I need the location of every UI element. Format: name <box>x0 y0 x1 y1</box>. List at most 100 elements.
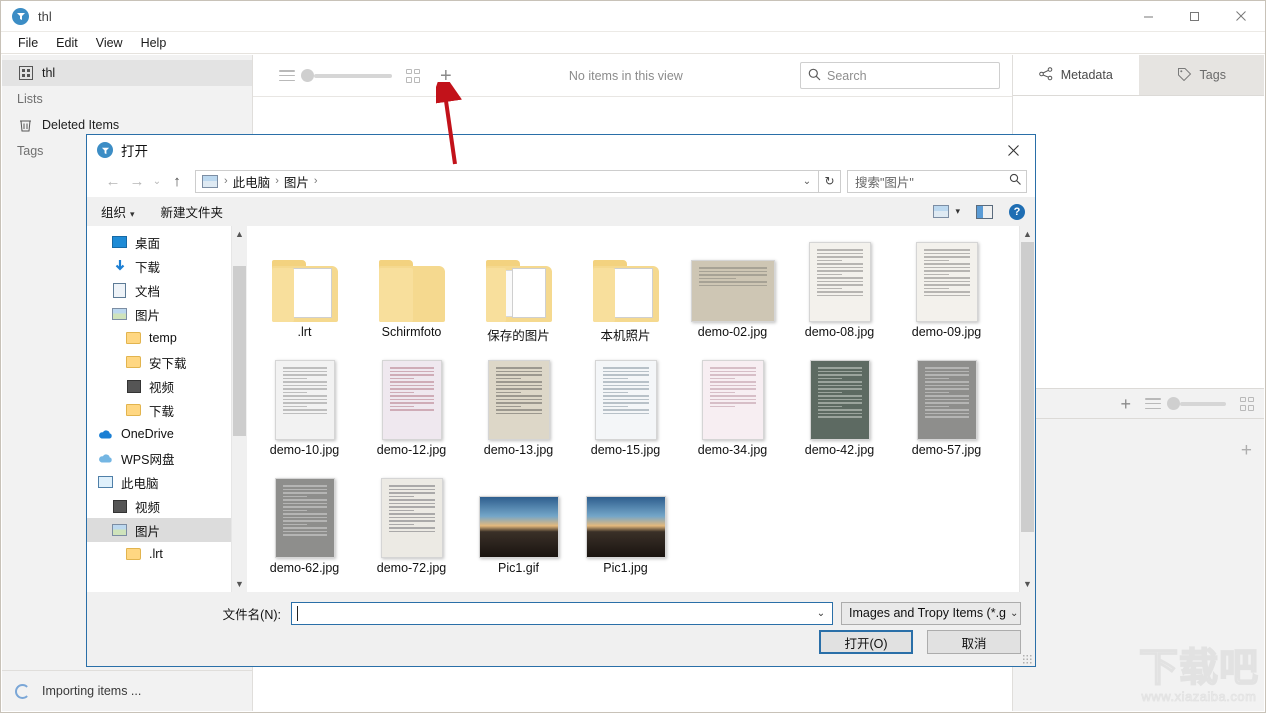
file-item[interactable]: demo-08.jpg <box>786 232 893 350</box>
nav-tree-item[interactable]: 视频 <box>87 494 247 518</box>
nav-tree-item[interactable]: 下载 <box>87 254 247 278</box>
new-folder-button[interactable]: 新建文件夹 <box>161 202 224 221</box>
search-placeholder: Search <box>827 68 867 83</box>
notes-toolbar: + <box>1013 389 1264 419</box>
help-icon[interactable]: ? <box>1009 203 1025 220</box>
address-dropdown-icon[interactable]: ⌄ <box>798 176 816 187</box>
forward-button[interactable]: → <box>125 169 149 193</box>
maximize-button[interactable] <box>1171 1 1217 32</box>
menu-item-view[interactable]: View <box>87 36 132 50</box>
pictures-icon <box>111 522 128 538</box>
filename-input[interactable]: ⌄ <box>291 601 833 625</box>
menu-item-edit[interactable]: Edit <box>47 36 87 50</box>
file-list[interactable]: .lrt Schirmfoto 保存的图片 本机照片 demo-02.jpg demo-0… <box>247 226 1035 592</box>
menu-item-help[interactable]: Help <box>132 36 176 50</box>
nav-tree-item[interactable]: temp <box>87 326 247 350</box>
address-bar[interactable]: › 此电脑 › 图片 › ⌄ <box>195 169 819 193</box>
scroll-up-icon[interactable]: ▲ <box>232 226 247 242</box>
tab-metadata[interactable]: Metadata <box>1013 55 1139 95</box>
file-item[interactable]: demo-72.jpg <box>358 468 465 586</box>
file-item[interactable]: 本机照片 <box>572 232 679 350</box>
zoom-slider-track[interactable] <box>314 73 392 78</box>
scroll-thumb[interactable] <box>233 266 246 436</box>
cancel-button[interactable]: 取消 <box>927 630 1021 654</box>
notes-panel: + <box>1013 419 1264 711</box>
nav-tree-item[interactable]: 此电脑 <box>87 470 247 494</box>
add-note-button-2[interactable]: + <box>1241 441 1252 460</box>
file-item[interactable]: demo-02.jpg <box>679 232 786 350</box>
chevron-down-icon[interactable]: ⌄ <box>812 608 830 619</box>
file-list-scrollbar[interactable]: ▲ ▼ <box>1019 226 1035 592</box>
file-item[interactable]: Schirmfoto <box>358 232 465 350</box>
nav-tree-item[interactable]: 图片 <box>87 518 247 542</box>
open-button[interactable]: 打开(O) <box>819 630 913 654</box>
nav-tree-item[interactable]: OneDrive <box>87 422 247 446</box>
minimize-button[interactable] <box>1125 1 1171 32</box>
nav-tree-item[interactable]: WPS网盘 <box>87 446 247 470</box>
add-item-button[interactable]: + <box>440 66 452 86</box>
file-item[interactable]: .lrt <box>251 232 358 350</box>
file-item[interactable]: 保存的图片 <box>465 232 572 350</box>
grid-view-icon[interactable] <box>406 68 420 83</box>
file-item[interactable]: demo-42.jpg <box>786 350 893 468</box>
nav-tree-item[interactable]: 图片 <box>87 302 247 326</box>
file-item[interactable]: demo-13.jpg <box>465 350 572 468</box>
zoom-slider-knob[interactable] <box>301 69 314 82</box>
file-thumbnail <box>378 240 445 322</box>
nav-tree-scrollbar[interactable]: ▲ ▼ <box>231 226 247 592</box>
search-icon <box>808 68 821 84</box>
search-input[interactable]: Search <box>800 62 1000 89</box>
up-button[interactable]: ↑ <box>165 169 189 193</box>
close-button[interactable] <box>1217 1 1265 32</box>
menu-item-file[interactable]: File <box>9 36 47 50</box>
refresh-button[interactable]: ↻ <box>819 169 841 193</box>
recent-locations-button[interactable]: ⌄ <box>149 169 165 193</box>
file-thumbnail <box>916 358 977 440</box>
organize-button[interactable]: 组织 ▾ <box>101 202 135 221</box>
notes-list-view-icon[interactable] <box>1145 398 1161 409</box>
file-item[interactable]: demo-09.jpg <box>893 232 1000 350</box>
breadcrumb-this-pc[interactable]: 此电脑 <box>230 172 274 191</box>
file-item[interactable]: demo-62.jpg <box>251 468 358 586</box>
file-item[interactable]: demo-10.jpg <box>251 350 358 468</box>
scroll-thumb[interactable] <box>1021 242 1034 532</box>
nav-tree-item[interactable]: 文档 <box>87 278 247 302</box>
notes-zoom-knob[interactable] <box>1167 397 1180 410</box>
dialog-close-button[interactable] <box>991 135 1035 165</box>
file-thumbnail <box>381 358 442 440</box>
file-item[interactable]: Pic1.jpg <box>572 468 679 586</box>
nav-tree-item[interactable]: 桌面 <box>87 230 247 254</box>
zoom-slider[interactable] <box>301 69 392 82</box>
file-item[interactable]: demo-15.jpg <box>572 350 679 468</box>
list-view-icon[interactable] <box>279 70 295 81</box>
file-item[interactable]: Pic1.gif <box>465 468 572 586</box>
resize-grip[interactable] <box>1022 654 1032 664</box>
dialog-nav-tree: 桌面 下载 文档 图片 temp 安下载 视频 下载 OneDrive WPS网盘 此电脑 视频 图片.… <box>87 226 247 592</box>
nav-tree-item[interactable]: 安下载 <box>87 350 247 374</box>
notes-zoom-slider[interactable] <box>1167 397 1226 410</box>
sidebar-item-project[interactable]: thl <box>2 60 252 86</box>
file-item[interactable]: demo-34.jpg <box>679 350 786 468</box>
chevron-down-icon[interactable]: ▾ <box>955 206 960 217</box>
nav-tree-item[interactable]: 视频 <box>87 374 247 398</box>
scroll-down-icon[interactable]: ▼ <box>1020 576 1035 592</box>
scroll-down-icon[interactable]: ▼ <box>232 576 247 592</box>
preview-pane-icon[interactable] <box>976 204 993 219</box>
add-note-button[interactable]: + <box>1120 395 1131 413</box>
nav-tree-item[interactable]: .lrt <box>87 542 247 566</box>
tab-tags[interactable]: Tags <box>1138 55 1264 95</box>
file-item[interactable]: demo-12.jpg <box>358 350 465 468</box>
breadcrumb-pictures[interactable]: 图片 <box>281 172 312 191</box>
menu-bar: File Edit View Help <box>1 32 1265 54</box>
dialog-search-input[interactable]: 搜索"图片" <box>847 169 1027 193</box>
file-name-label: demo-34.jpg <box>697 443 768 457</box>
notes-grid-view-icon[interactable] <box>1240 396 1254 411</box>
file-item[interactable]: demo-57.jpg <box>893 350 1000 468</box>
scroll-up-icon[interactable]: ▲ <box>1020 226 1035 242</box>
notes-zoom-track[interactable] <box>1180 401 1226 406</box>
nav-tree-item[interactable]: 下载 <box>87 398 247 422</box>
file-type-filter[interactable]: Images and Tropy Items (*.g ⌄ <box>841 601 1021 625</box>
view-mode-icon[interactable] <box>933 205 950 218</box>
search-icon <box>1009 173 1022 189</box>
back-button[interactable]: ← <box>101 169 125 193</box>
